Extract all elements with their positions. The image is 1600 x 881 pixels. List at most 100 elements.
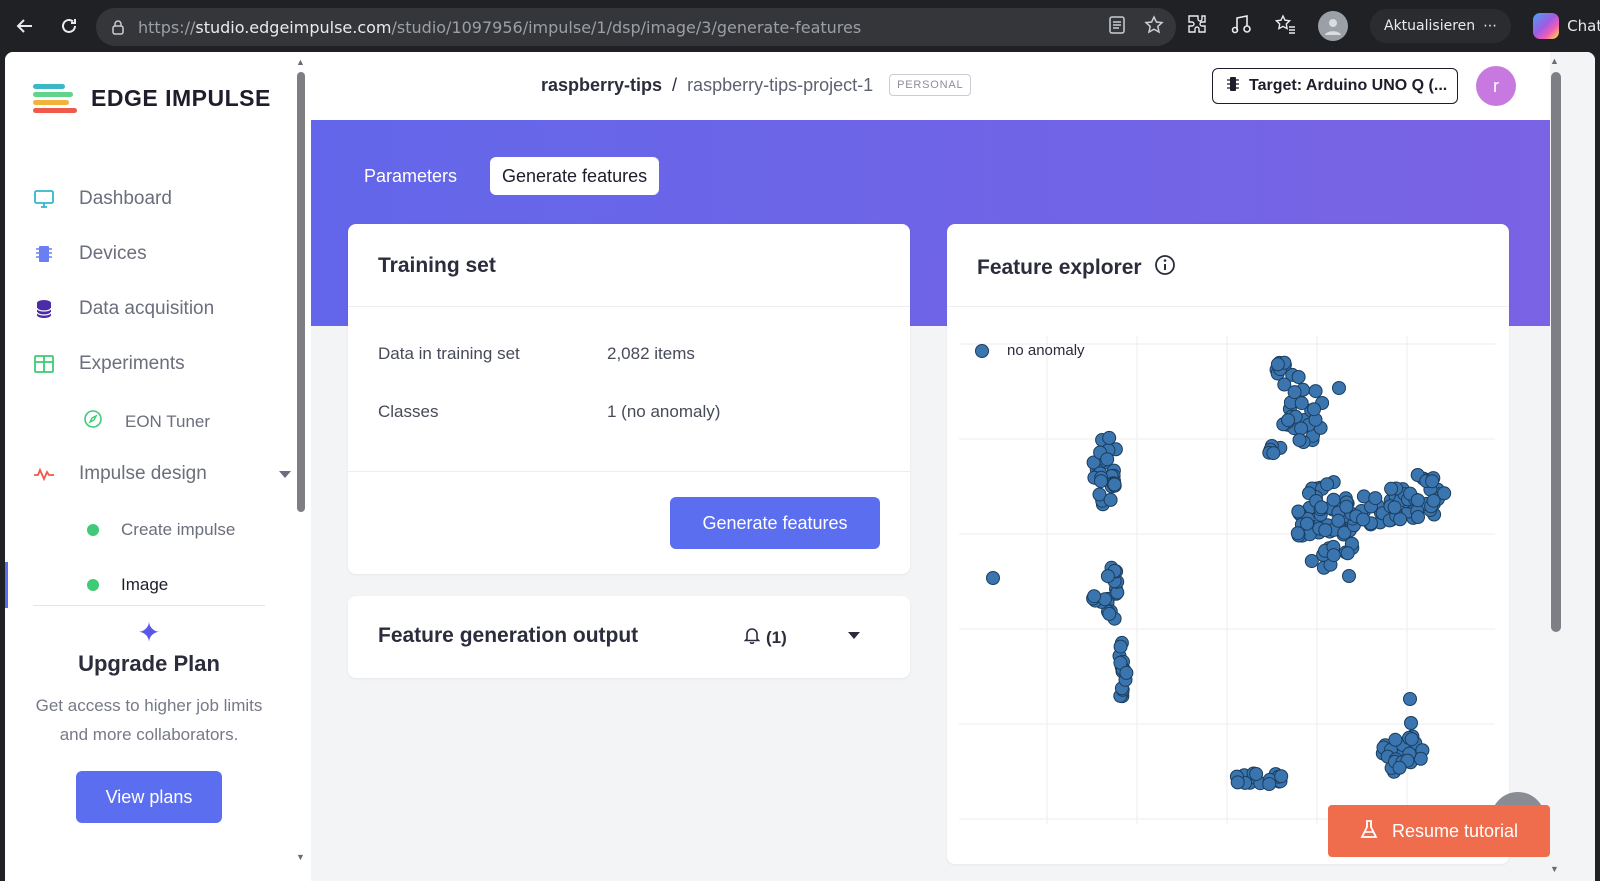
target-device-button[interactable]: Target: Arduino UNO Q (... [1212,68,1458,104]
scatter-point[interactable] [1281,413,1296,428]
scatter-point[interactable] [1266,446,1281,461]
scatter-point[interactable] [1119,665,1134,680]
scatter-point[interactable] [1410,493,1425,508]
scatter-point[interactable] [1274,769,1289,784]
scatter-point[interactable] [1290,526,1305,541]
compass-icon [83,409,103,434]
feature-generation-output-card[interactable]: Feature generation output (1) [348,596,910,678]
scatter-point[interactable] [1094,474,1108,489]
scatter-point[interactable] [1291,504,1306,519]
scatter-point[interactable] [1294,396,1309,411]
update-button[interactable]: Aktualisieren ⋯ [1370,9,1512,43]
scatter-point[interactable] [1249,767,1264,781]
scatter-point[interactable] [1384,481,1399,496]
scatter-point[interactable] [986,571,1000,585]
scatter-point[interactable] [1262,777,1277,791]
flask-icon [1360,819,1378,844]
caret-down-icon[interactable] [278,463,291,485]
scatter-point[interactable] [1291,370,1306,384]
user-avatar[interactable]: r [1476,66,1516,106]
tab-generate-features[interactable]: Generate features [490,157,660,195]
scatter-point[interactable] [1314,500,1329,515]
scatter-point[interactable] [1087,589,1102,604]
favorites-icon[interactable] [1274,13,1296,40]
scatter-point[interactable] [1425,474,1440,489]
reload-icon[interactable] [50,7,88,45]
tab-parameters[interactable]: Parameters [352,157,469,195]
scatter-point[interactable] [1307,402,1321,417]
scatter-point[interactable] [1403,692,1417,706]
scatter-point[interactable] [1320,477,1335,492]
scatter-point[interactable] [1318,523,1333,538]
sidebar-item-experiments[interactable]: Experiments [33,353,185,375]
breadcrumb-project[interactable]: raspberry-tips-project-1 [687,75,873,96]
training-set-card: Training set Data in training set 2,082 … [348,224,910,574]
scatter-point[interactable] [1356,489,1371,504]
scatter-point[interactable] [1339,499,1354,514]
scatter-point[interactable] [1100,569,1115,584]
scroll-up-arrow-icon[interactable]: ▲ [1550,56,1559,66]
scatter-point[interactable] [1388,732,1403,747]
logo[interactable]: EDGE IMPULSE [33,82,271,114]
sidebar-item-eon-tuner[interactable]: EON Tuner [83,409,210,434]
scroll-thumb[interactable] [1551,72,1561,632]
scatter-point[interactable] [1107,477,1122,492]
sidebar-item-image[interactable]: Image [83,575,168,595]
scatter-point[interactable] [1387,500,1402,515]
scatter-point[interactable] [1100,452,1115,467]
extensions-icon[interactable] [1186,13,1208,40]
scatter-point[interactable] [1340,546,1355,561]
scatter-point[interactable] [1404,732,1419,747]
scatter-point[interactable] [1411,510,1425,524]
scatter-point[interactable] [1331,513,1346,528]
scatter-point[interactable] [1392,760,1407,775]
scatter-point[interactable] [1342,569,1356,583]
scatter-point[interactable] [1332,381,1346,395]
scatter-point[interactable] [1102,430,1117,445]
scatter-point[interactable] [1113,639,1128,654]
media-icon[interactable] [1230,13,1252,40]
scatter-point[interactable] [1304,554,1319,568]
scatter-point[interactable] [1368,491,1383,506]
address-bar[interactable]: https://studio.edgeimpulse.com/studio/10… [96,8,1176,46]
view-plans-button[interactable]: View plans [76,771,222,823]
back-icon[interactable] [6,7,44,45]
pulse-icon [33,463,55,485]
scatter-point[interactable] [1103,492,1118,507]
feature-explorer-card: Feature explorer no anomaly [947,224,1509,864]
sidebar-item-dashboard[interactable]: Dashboard [33,188,172,210]
breadcrumb-owner[interactable]: raspberry-tips [541,75,662,96]
generate-features-button[interactable]: Generate features [670,497,880,549]
scatter-point[interactable] [1270,357,1285,372]
sidebar-item-data-acquisition[interactable]: Data acquisition [33,298,214,320]
chat-button[interactable]: Chat [1533,13,1600,39]
scatter-point[interactable] [1426,493,1441,508]
favorite-star-icon[interactable] [1144,14,1164,40]
scatter-point[interactable] [1356,512,1371,527]
sidebar-scrollbar[interactable] [297,72,305,512]
scatter-point[interactable] [1326,548,1341,563]
chevron-down-icon[interactable] [847,628,861,646]
scatter-point[interactable] [1230,775,1245,790]
breadcrumb-separator: / [672,74,678,95]
plot-legend[interactable]: no anomaly [975,342,1085,359]
scatter-point[interactable] [1404,716,1418,730]
feature-scatter-plot[interactable] [947,224,1509,864]
sidebar-item-create-impulse[interactable]: Create impulse [83,520,235,540]
sidebar-item-impulse-design[interactable]: Impulse design [33,463,291,485]
scroll-down-arrow-icon[interactable]: ▼ [296,852,305,862]
profile-avatar[interactable] [1318,11,1348,41]
scatter-point[interactable] [1326,492,1341,507]
scroll-down-arrow-icon[interactable]: ▼ [1550,864,1559,874]
resume-tutorial-button[interactable]: Resume tutorial [1328,805,1550,857]
notification-count[interactable]: (1) [743,626,787,649]
scatter-point[interactable] [1292,433,1307,448]
scatter-point[interactable] [1102,606,1117,621]
reading-mode-icon[interactable] [1108,15,1126,40]
scatter-point[interactable] [1294,421,1309,436]
scatter-point[interactable] [1308,384,1323,399]
scatter-point[interactable] [1393,512,1408,527]
main-scrollbar[interactable]: ▲ ▼ [1550,52,1595,881]
scroll-up-arrow-icon[interactable]: ▲ [296,57,305,67]
sidebar-item-devices[interactable]: Devices [33,243,147,265]
